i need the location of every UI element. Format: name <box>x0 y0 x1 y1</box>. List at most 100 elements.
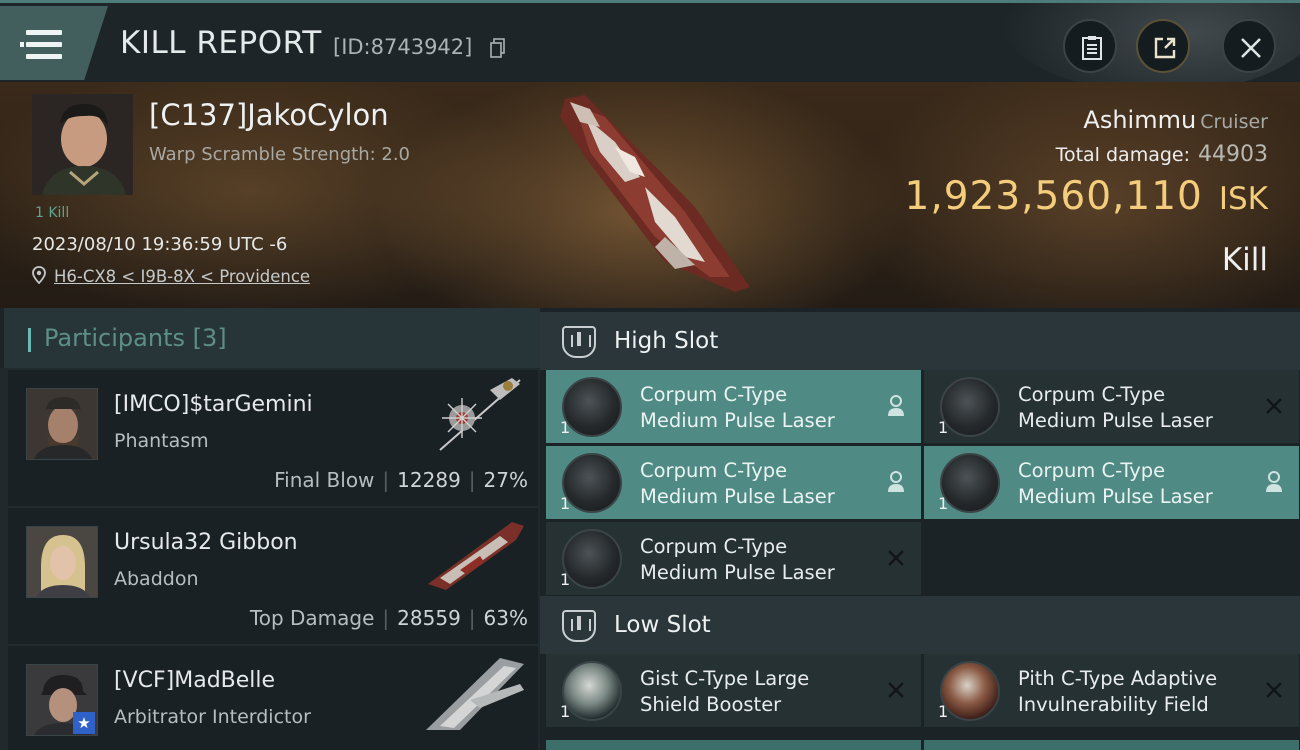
participant-damage: 12289 <box>397 468 461 492</box>
shield-booster-icon <box>562 661 622 721</box>
x-icon <box>888 682 904 698</box>
copy-icon[interactable] <box>490 38 506 58</box>
invulnerability-field-icon <box>940 661 1000 721</box>
module-item-partial[interactable] <box>924 740 1299 750</box>
module-name: Corpum C-Type Medium Pulse Laser <box>1018 383 1213 432</box>
participant-stats: Top Damage | 28559 | 63% <box>250 606 528 630</box>
total-damage-label: Total damage: <box>1055 144 1190 166</box>
module-name: Corpum C-Type Medium Pulse Laser <box>640 535 835 584</box>
high-slot-header: High Slot <box>540 312 1300 370</box>
participant-name[interactable]: [VCF]MadBelle <box>114 668 275 693</box>
module-item[interactable]: 1 Corpum C-Type Medium Pulse Laser <box>546 446 921 519</box>
victim-avatar[interactable] <box>32 94 133 195</box>
participant-row[interactable]: Ursula32 Gibbon Abaddon Top Damage | 28559… <box>8 508 538 644</box>
kill-result: Kill <box>1221 242 1268 278</box>
low-slot-label: Low Slot <box>614 612 711 638</box>
ship-class: Cruiser <box>1200 111 1268 133</box>
victim-ship-image <box>560 95 750 292</box>
module-name: Corpum C-Type Medium Pulse Laser <box>640 383 835 432</box>
participant-ship: Phantasm <box>114 430 209 452</box>
stat-divider: | <box>382 468 390 492</box>
kill-banner: [C137]JakoCylon Warp Scramble Strength: … <box>0 82 1300 308</box>
participant-percent: 27% <box>483 468 528 492</box>
participant-percent: 63% <box>483 606 528 630</box>
participant-avatar[interactable] <box>26 526 98 598</box>
portrait-image <box>27 527 97 597</box>
kill-count: 1 Kill <box>35 205 70 221</box>
participant-stats: Final Blow | 12289 | 27% <box>274 468 528 492</box>
module-name: Corpum C-Type Medium Pulse Laser <box>640 459 835 508</box>
participant-ship: Abaddon <box>114 568 199 590</box>
high-slot-icon <box>562 326 596 358</box>
close-icon <box>1241 38 1261 58</box>
pulse-laser-icon <box>940 377 1000 437</box>
high-slot-label: High Slot <box>614 328 719 354</box>
module-quantity: 1 <box>560 570 571 589</box>
location-pin-icon <box>32 266 46 284</box>
pulse-laser-icon <box>562 377 622 437</box>
module-quantity: 1 <box>938 494 949 513</box>
hamburger-menu-icon <box>20 30 62 60</box>
module-quantity: 1 <box>560 418 571 437</box>
page-title: KILL REPORT <box>120 25 322 61</box>
clipboard-icon <box>1082 36 1102 60</box>
participant-ship-image <box>439 378 521 451</box>
module-item-partial[interactable] <box>546 740 921 750</box>
total-damage: Total damage: 44903 <box>1056 142 1268 167</box>
ship-name[interactable]: Ashimmu <box>1083 106 1196 134</box>
pulse-laser-icon <box>562 453 622 513</box>
module-item[interactable]: 1 Corpum C-Type Medium Pulse Laser <box>924 446 1299 519</box>
isk-value: 1,923,560,110 <box>904 174 1203 219</box>
module-name: Gist C-Type Large Shield Booster <box>640 667 810 716</box>
module-name: Pith C-Type Adaptive Invulnerability Fiel… <box>1018 667 1218 716</box>
share-icon <box>1154 37 1176 59</box>
isk-unit: ISK <box>1218 181 1268 217</box>
x-icon <box>1266 682 1282 698</box>
participant-stat-label: Final Blow <box>274 468 375 492</box>
person-icon <box>888 395 904 416</box>
participant-name[interactable]: Ursula32 Gibbon <box>114 530 298 555</box>
participant-avatar[interactable] <box>26 388 98 460</box>
x-icon <box>1266 398 1282 414</box>
menu-button[interactable] <box>0 6 108 80</box>
victim-subtitle: Warp Scramble Strength: 2.0 <box>149 144 411 165</box>
fitting-panel: High Slot 1 Corpum C-Type Medium Pulse La… <box>540 308 1300 750</box>
pulse-laser-icon <box>562 529 622 589</box>
module-item[interactable]: 1 Corpum C-Type Medium Pulse Laser <box>924 370 1299 443</box>
person-icon <box>1266 471 1282 492</box>
stat-divider: | <box>468 606 476 630</box>
stat-divider: | <box>468 468 476 492</box>
clipboard-button[interactable] <box>1063 19 1117 73</box>
star-badge: ★ <box>73 712 95 734</box>
low-slot-icon <box>562 610 596 642</box>
pulse-laser-icon <box>940 453 1000 513</box>
participants-panel: Participants [3] [IMCO]$tarGemini Phanta… <box>0 308 540 750</box>
location-link[interactable]: H6-CX8 < I9B-8X < Providence <box>54 267 310 286</box>
low-slot-header: Low Slot <box>540 596 1300 654</box>
participant-damage: 28559 <box>397 606 461 630</box>
module-item[interactable]: 1 Corpum C-Type Medium Pulse Laser <box>546 370 921 443</box>
participant-ship-image <box>426 658 524 730</box>
kill-timestamp: 2023/08/10 19:36:59 UTC -6 <box>32 234 288 255</box>
module-item[interactable]: 1 Pith C-Type Adaptive Invulnerability Fi… <box>924 654 1299 727</box>
module-item[interactable]: 1 Gist C-Type Large Shield Booster <box>546 654 921 727</box>
total-damage-value: 44903 <box>1198 142 1268 167</box>
portrait-image <box>27 389 97 459</box>
person-icon <box>888 471 904 492</box>
stat-divider: | <box>382 606 390 630</box>
participants-title: Participants [3] <box>44 324 227 352</box>
participants-header: Participants [3] <box>0 308 540 368</box>
participant-name[interactable]: [IMCO]$tarGemini <box>114 392 313 417</box>
participant-row[interactable]: [IMCO]$tarGemini Phantasm Final Blow | 122… <box>8 370 538 506</box>
header-accent-bar <box>28 328 31 352</box>
share-button[interactable] <box>1136 19 1190 73</box>
module-item[interactable]: 1 Corpum C-Type Medium Pulse Laser <box>546 522 921 595</box>
participant-row[interactable]: ★ [VCF]MadBelle Arbitrator Interdictor <box>8 646 538 750</box>
participant-ship: Arbitrator Interdictor <box>114 706 311 728</box>
close-button[interactable] <box>1222 19 1276 73</box>
victim-ship: Ashimmu Cruiser <box>1083 106 1268 134</box>
victim-name[interactable]: [C137]JakoCylon <box>149 98 389 132</box>
report-id: [ID:8743942] <box>333 35 473 59</box>
module-quantity: 1 <box>938 702 949 721</box>
participant-stat-label: Top Damage <box>249 606 375 630</box>
